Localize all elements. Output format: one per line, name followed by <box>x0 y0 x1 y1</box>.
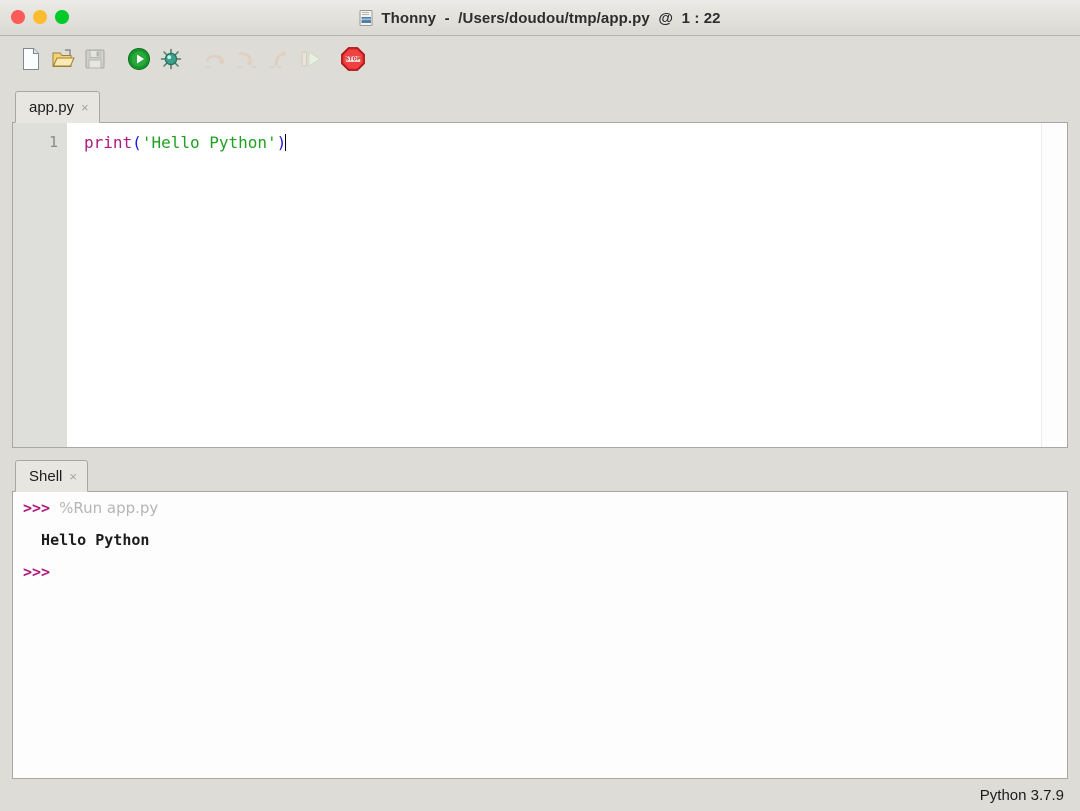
code-editor[interactable]: 1 print('Hello Python') <box>12 123 1068 448</box>
step-over-icon <box>203 48 227 70</box>
open-file-button[interactable] <box>46 42 80 76</box>
run-button[interactable] <box>122 42 156 76</box>
step-into-button[interactable] <box>230 42 264 76</box>
code-line-1: print('Hello Python') <box>84 133 286 153</box>
new-file-button[interactable] <box>14 42 48 76</box>
editor-pane: app.py × 1 print('Hello Python') <box>12 90 1068 448</box>
save-disk-icon <box>84 48 106 70</box>
shell-pane: Shell × >>> %Run app.py Hello Python >>> <box>12 459 1068 779</box>
shell-prompt-2: >>> <box>23 563 50 581</box>
line-number-gutter: 1 <box>13 123 67 447</box>
window-title: Thonny - /Users/doudou/tmp/app.py @ 1 : … <box>381 10 720 27</box>
token-function-name: print <box>84 133 132 152</box>
new-file-icon <box>20 47 42 71</box>
stop-button[interactable]: STOP <box>336 42 370 76</box>
code-text-layer[interactable]: print('Hello Python') <box>67 123 1041 447</box>
close-button[interactable] <box>11 10 25 24</box>
token-open-paren: ( <box>132 133 142 152</box>
titlebar: Thonny - /Users/doudou/tmp/app.py @ 1 : … <box>0 0 1080 36</box>
shell-tabstrip: Shell × <box>12 459 1068 492</box>
step-out-button[interactable] <box>262 42 296 76</box>
tab-shell[interactable]: Shell × <box>15 460 88 492</box>
thonny-window: Thonny - /Users/doudou/tmp/app.py @ 1 : … <box>0 0 1080 811</box>
open-folder-icon <box>51 47 75 71</box>
minimize-button[interactable] <box>33 10 47 24</box>
step-out-icon <box>267 48 291 70</box>
text-caret <box>285 134 286 151</box>
step-into-icon <box>235 48 259 70</box>
tab-label: app.py <box>29 99 74 116</box>
step-over-button[interactable] <box>198 42 232 76</box>
shell-command-1: %Run app.py <box>59 499 158 517</box>
thonny-document-icon <box>359 10 374 26</box>
line-number-1: 1 <box>49 133 58 151</box>
toolbar: STOP <box>0 36 1080 83</box>
statusbar: Python 3.7.9 <box>0 779 1080 811</box>
save-file-button[interactable] <box>78 42 112 76</box>
tab-close-icon[interactable]: × <box>81 101 89 114</box>
interpreter-label[interactable]: Python 3.7.9 <box>980 787 1064 804</box>
shell-tab-close-icon[interactable]: × <box>69 470 77 483</box>
shell-output[interactable]: >>> %Run app.py Hello Python >>> <box>12 492 1068 779</box>
svg-text:STOP: STOP <box>345 57 360 63</box>
shell-line-output: Hello Python <box>23 532 1057 548</box>
token-string-literal: 'Hello Python' <box>142 133 277 152</box>
stop-sign-icon: STOP <box>340 46 366 72</box>
resume-icon <box>299 49 323 69</box>
shell-line-run: >>> %Run app.py <box>23 500 1057 516</box>
resume-button[interactable] <box>294 42 328 76</box>
editor-vertical-scrollbar[interactable] <box>1041 123 1067 447</box>
debug-button[interactable] <box>154 42 188 76</box>
shell-tab-label: Shell <box>29 468 62 485</box>
shell-prompt-1: >>> <box>23 499 50 517</box>
maximize-button[interactable] <box>55 10 69 24</box>
shell-line-prompt: >>> <box>23 564 1057 580</box>
editor-tabstrip: app.py × <box>12 90 1068 123</box>
tab-app-py[interactable]: app.py × <box>15 91 100 123</box>
title-center: Thonny - /Users/doudou/tmp/app.py @ 1 : … <box>0 0 1080 36</box>
run-play-icon <box>127 47 151 71</box>
window-controls <box>11 10 69 24</box>
debug-bug-icon <box>159 47 183 71</box>
